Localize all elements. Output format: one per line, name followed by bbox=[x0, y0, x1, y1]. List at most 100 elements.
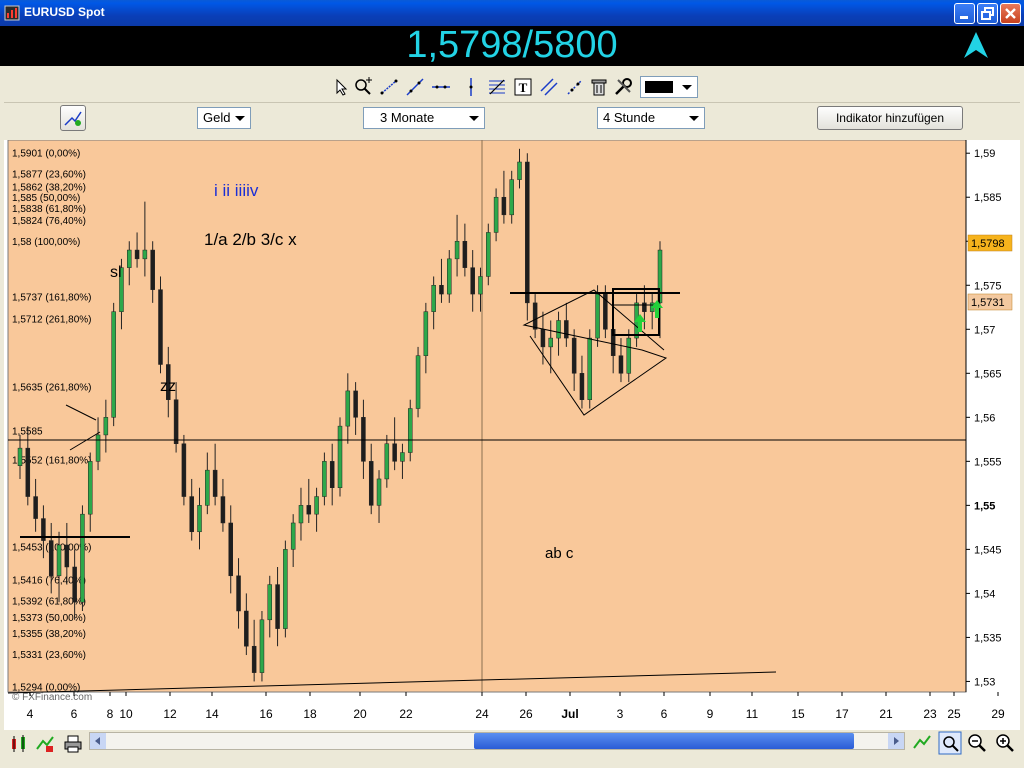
fibonacci-icon[interactable] bbox=[486, 76, 508, 98]
candle-body bbox=[329, 461, 335, 489]
text-icon[interactable]: T bbox=[512, 76, 534, 98]
x-tick-label: 8 bbox=[107, 707, 114, 721]
delete-icon[interactable] bbox=[588, 76, 610, 98]
parallel-lines-icon[interactable] bbox=[538, 76, 560, 98]
pointer-icon[interactable] bbox=[330, 76, 352, 98]
price-banner: 1,5798/5800 bbox=[0, 26, 1024, 66]
candle-body bbox=[158, 289, 163, 365]
x-tick-label: 24 bbox=[475, 707, 489, 721]
close-button[interactable] bbox=[1000, 3, 1021, 24]
chart-tools-button[interactable] bbox=[60, 105, 86, 131]
y-tick-label: 1,545 bbox=[974, 544, 1002, 556]
candle-body bbox=[150, 249, 155, 290]
price-chart[interactable]: 1,5901 (0,00%) 1,5877 (23,60%) 1,5862 (38,… bbox=[4, 140, 1020, 732]
price-tag-label: 1,5731 bbox=[971, 297, 1005, 309]
x-tick-label: 29 bbox=[991, 707, 1005, 721]
candle-body bbox=[447, 258, 452, 295]
candle-body bbox=[95, 434, 101, 462]
candlestick-chart-icon[interactable] bbox=[8, 733, 30, 755]
line-color-select[interactable] bbox=[640, 76, 698, 98]
candle-body bbox=[25, 447, 31, 497]
candle-body bbox=[142, 249, 148, 260]
add-indicator-button[interactable]: Indikator hinzufügen bbox=[817, 106, 963, 130]
candle-body bbox=[509, 179, 514, 216]
candle-body bbox=[439, 285, 444, 295]
zoom-out-icon[interactable] bbox=[966, 732, 988, 754]
candle-body bbox=[33, 496, 38, 519]
price-type-value: Geld bbox=[203, 110, 231, 125]
bottom-toolbar bbox=[0, 730, 1024, 768]
line-icon[interactable] bbox=[378, 76, 400, 98]
candle-body bbox=[275, 584, 280, 629]
x-tick-label: 22 bbox=[399, 707, 413, 721]
range-select[interactable]: 3 Monate bbox=[363, 107, 485, 129]
chevron-down-icon bbox=[469, 116, 479, 121]
scroll-right-button[interactable] bbox=[888, 733, 904, 749]
indicator-toggle-icon[interactable] bbox=[912, 733, 932, 753]
candle-body bbox=[454, 240, 460, 260]
candle-body bbox=[571, 337, 577, 374]
price-type-select[interactable]: Geld bbox=[197, 107, 251, 129]
x-tick-label: Jul bbox=[561, 707, 578, 721]
y-tick-label: 1,56 bbox=[974, 412, 995, 424]
fib-level-label: 1,5824 (76,40%) bbox=[12, 216, 86, 227]
candle-body bbox=[212, 469, 218, 497]
candle-body bbox=[306, 505, 312, 515]
indicator-icon[interactable] bbox=[34, 733, 56, 755]
fib-level-label: 1,5355 (38,20%) bbox=[12, 629, 86, 640]
scroll-thumb[interactable] bbox=[474, 733, 854, 749]
chart-annotation: zz bbox=[160, 378, 176, 395]
fib-level-label: 1,5737 (161,80%) bbox=[12, 293, 92, 304]
candle-body bbox=[236, 575, 241, 612]
candle-body bbox=[220, 496, 226, 524]
interval-select[interactable]: 4 Stunde bbox=[597, 107, 705, 129]
crosshair-zoom-icon[interactable] bbox=[938, 731, 962, 755]
y-tick-label: 1,53 bbox=[974, 676, 995, 688]
chart-annotation: i ii iiiiv bbox=[214, 181, 259, 200]
restore-icon bbox=[981, 7, 994, 20]
y-tick-label: 1,54 bbox=[974, 588, 995, 600]
scroll-left-button[interactable] bbox=[90, 733, 106, 749]
minimize-button[interactable] bbox=[954, 3, 975, 24]
trendline-icon[interactable] bbox=[404, 76, 426, 98]
candle-body bbox=[267, 584, 273, 621]
zoom-in-icon[interactable] bbox=[994, 732, 1016, 754]
restore-button[interactable] bbox=[977, 3, 998, 24]
candle-body bbox=[64, 544, 70, 568]
candle-body bbox=[17, 447, 23, 466]
x-tick-label: 14 bbox=[205, 707, 219, 721]
chart-canvas[interactable]: 1,5901 (0,00%) 1,5877 (23,60%) 1,5862 (38,… bbox=[4, 140, 1020, 732]
settings-icon[interactable] bbox=[612, 76, 634, 98]
x-tick-label: 9 bbox=[707, 707, 714, 721]
horizontal-line-icon[interactable] bbox=[430, 76, 452, 98]
candle-body bbox=[431, 285, 436, 312]
window-title-bar: EURUSD Spot bbox=[0, 0, 1024, 26]
chart-annotation: ab c bbox=[545, 545, 574, 562]
candle-body bbox=[423, 311, 429, 356]
print-icon[interactable] bbox=[62, 733, 84, 755]
x-tick-label: 6 bbox=[661, 707, 668, 721]
zoom-icon[interactable] bbox=[352, 76, 374, 98]
fib-level-label: 1,5635 (261,80%) bbox=[12, 383, 92, 394]
range-value: 3 Monate bbox=[380, 110, 435, 125]
fib-level-label: 1,58 (100,00%) bbox=[12, 237, 80, 248]
channel-icon[interactable] bbox=[564, 76, 586, 98]
candle-body bbox=[392, 443, 397, 462]
candle-body bbox=[205, 469, 210, 506]
fib-level-label: 1,5877 (23,60%) bbox=[12, 169, 86, 180]
candle-body bbox=[556, 320, 561, 339]
candle-body bbox=[228, 522, 233, 577]
candle-body bbox=[48, 540, 54, 577]
candle-body bbox=[525, 161, 530, 304]
y-tick-label: 1,575 bbox=[974, 280, 1002, 292]
candle-body bbox=[72, 566, 77, 603]
y-tick-label: 1,59 bbox=[974, 148, 995, 160]
drawing-toolbar: T bbox=[4, 72, 1020, 103]
vertical-line-icon[interactable] bbox=[460, 76, 482, 98]
fib-level-label: 1,5862 (38,20%) bbox=[12, 183, 86, 194]
x-tick-label: 18 bbox=[303, 707, 317, 721]
candle-body bbox=[626, 337, 632, 374]
horizontal-scrollbar[interactable] bbox=[89, 732, 905, 750]
chevron-down-icon bbox=[682, 85, 692, 90]
candle-body bbox=[501, 196, 507, 216]
